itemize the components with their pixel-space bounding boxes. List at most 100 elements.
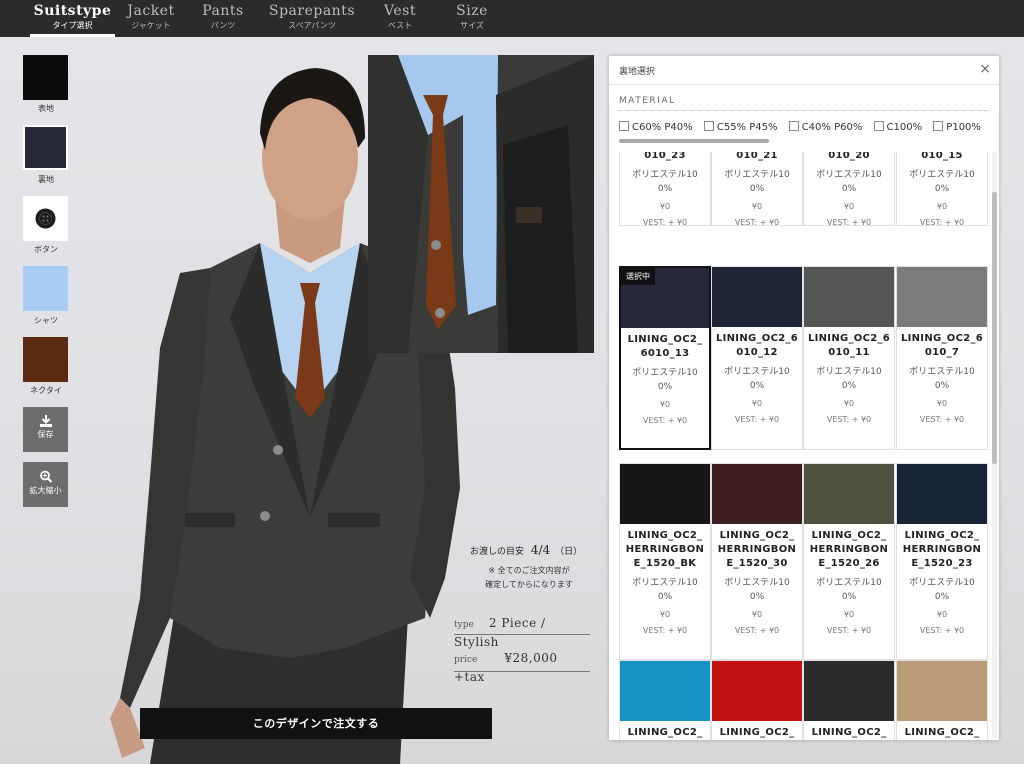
lining-color-swatch — [620, 464, 710, 524]
lining-price: ¥0 — [659, 202, 671, 211]
checkbox[interactable] — [788, 121, 799, 131]
tab-suitstype[interactable]: Suitstype タイプ選択 — [30, 0, 115, 37]
lining-name: LINING_OC2_ HERRINGBON E_1520_23 — [897, 529, 987, 571]
lining-tile[interactable]: LINING_OC2_HERRINGBON — [803, 660, 895, 740]
lining-color-swatch — [897, 267, 987, 327]
save-label: 保存 — [37, 430, 54, 439]
lining-material-line: 0% — [934, 381, 950, 391]
filter-p100[interactable]: P100% — [933, 121, 981, 133]
lining-material-line: 0% — [749, 381, 765, 391]
button-swatch[interactable] — [23, 196, 68, 241]
tab-pants[interactable]: Pants パンツ — [198, 0, 248, 37]
lining-tile[interactable]: LINING_OC2_ HERRINGBON E_1520_26 ポリエステル10 0%… — [803, 463, 895, 660]
necktie-swatch[interactable] — [23, 337, 68, 382]
lining-material-line: ポリエステル10 — [632, 170, 698, 180]
lining-name-line: E_1520_23 — [911, 558, 973, 569]
lining-name: LINING_OC2_HERRINGBON — [712, 726, 802, 740]
lining-material: ポリエステル10 0% — [897, 365, 987, 393]
lining-material-line: ポリエステル10 — [724, 367, 790, 377]
price-key: price — [454, 655, 478, 665]
filter-c55-p45[interactable]: C55% P45% — [703, 121, 778, 133]
lining-tile[interactable]: LINING_OC2_HERRINGBON — [896, 660, 988, 740]
lining-material: ポリエステル10 0% — [712, 168, 802, 196]
lining-name-line: LINING_OC2_ — [627, 530, 703, 541]
lining-name-line: LINING_OC2_6 — [715, 333, 799, 344]
lining-tile[interactable]: LINING_OC2_ HERRINGBON E_1520_BK ポリエステル10 0%… — [619, 463, 711, 660]
lining-tile[interactable]: LINING_OC2_ HERRINGBON E_1520_30 ポリエステル10 0%… — [711, 463, 803, 660]
lining-material: ポリエステル10 0% — [897, 576, 987, 604]
close-icon[interactable]: × — [979, 61, 991, 77]
lining-label: 裏地 — [38, 175, 54, 184]
lining-price: ¥0 — [751, 399, 763, 408]
lining-name: LINING_OC2_6010_21 — [712, 152, 802, 163]
lining-color-swatch — [804, 661, 894, 721]
horizontal-scrollbar[interactable] — [619, 139, 769, 143]
tab-vest[interactable]: Vest ベスト — [378, 0, 422, 37]
lining-name-line: 010_21 — [736, 152, 778, 161]
material-filters: C60% P40% C55% P45% C40% P60% C100% P100… — [619, 121, 999, 133]
zoom-button[interactable]: 拡大縮小 — [23, 462, 68, 507]
lining-price: ¥0 — [751, 202, 763, 211]
shirt-label: シャツ — [34, 316, 58, 325]
lining-tile[interactable]: LINING_OC2_HERRINGBON — [619, 660, 711, 740]
lining-tile[interactable]: LINING_OC2_ HERRINGBON E_1520_23 ポリエステル10 0%… — [896, 463, 988, 660]
lining-price: ¥0 — [659, 400, 671, 409]
delivery-label: お渡しの目安 — [470, 547, 525, 557]
filter-c100[interactable]: C100% — [873, 121, 922, 133]
lining-name: LINING_OC2_HERRINGBON — [897, 726, 987, 740]
button-label: ボタン — [34, 245, 58, 254]
shirt-swatch[interactable] — [23, 266, 68, 311]
lining-tile[interactable]: 選択中 LINING_OC2_ 6010_13 ポリエステル10 0% ¥0 VEST: +… — [619, 266, 711, 450]
checkbox[interactable] — [703, 121, 714, 131]
checkbox[interactable] — [619, 121, 629, 131]
lining-material-line: 0% — [841, 381, 857, 391]
tab-sublabel: タイプ選択 — [52, 21, 93, 30]
lining-material-line: 0% — [749, 592, 765, 602]
checkbox[interactable] — [933, 121, 944, 131]
lining-name-line: LINING_OC2_ — [719, 727, 795, 738]
lining-material: ポリエステル10 0% — [804, 168, 894, 196]
lining-tile[interactable]: LINING_OC2_6 010_11 ポリエステル10 0% ¥0 VEST: + ¥0 — [803, 266, 895, 450]
tab-jacket[interactable]: Jacket ジャケット — [125, 0, 177, 37]
selected-badge: 選択中 — [621, 268, 655, 285]
lining-tile[interactable]: LINING_OC2_6 010_12 ポリエステル10 0% ¥0 VEST: + ¥0 — [711, 266, 803, 450]
panel-title: 裏地選択 — [619, 67, 656, 77]
lining-vest-price: VEST: + ¥0 — [919, 415, 965, 424]
tab-sublabel: ベスト — [387, 21, 413, 30]
lining-tile[interactable]: LINING_OC2_6010_23 ポリエステル10 0% ¥0 VEST: + ¥0 — [619, 152, 711, 227]
lining-vest-price: VEST: + ¥0 — [642, 416, 688, 425]
filter-label: C55% P45% — [716, 122, 778, 133]
filter-label: C60% P40% — [632, 122, 693, 133]
lining-name: LINING_OC2_HERRINGBON — [804, 726, 894, 740]
lining-name-line: HERRINGBON — [625, 544, 705, 555]
lining-tile[interactable]: LINING_OC2_6 010_7 ポリエステル10 0% ¥0 VEST: + ¥0 — [896, 266, 988, 450]
lining-name-line: 6010_13 — [640, 348, 690, 359]
fabric-swatch[interactable] — [23, 55, 68, 100]
lining-vest-price: VEST: + ¥0 — [919, 626, 965, 635]
filter-c60-p40[interactable]: C60% P40% — [619, 121, 693, 133]
divider — [619, 110, 989, 111]
checkbox[interactable] — [873, 121, 884, 131]
suit-button-icon — [35, 208, 56, 229]
lining-tile[interactable]: LINING_OC2_6010_20 ポリエステル10 0% ¥0 VEST: + ¥0 — [803, 152, 895, 227]
necktie-label: ネクタイ — [30, 386, 62, 395]
lining-price: ¥0 — [751, 610, 763, 619]
tab-label: Pants — [202, 3, 244, 19]
tab-size[interactable]: Size サイズ — [451, 0, 493, 37]
lining-name: LINING_OC2_6 010_11 — [804, 332, 894, 360]
scrollbar-thumb[interactable] — [992, 192, 997, 464]
lining-tile[interactable]: LINING_OC2_6010_21 ポリエステル10 0% ¥0 VEST: + ¥0 — [711, 152, 803, 227]
save-button[interactable]: 保存 — [23, 407, 68, 452]
zoom-label: 拡大縮小 — [29, 486, 62, 495]
tab-sublabel: スペアパンツ — [288, 21, 336, 30]
lining-tile[interactable]: LINING_OC2_HERRINGBON — [711, 660, 803, 740]
lining-tile[interactable]: LINING_OC2_6010_15 ポリエステル10 0% ¥0 VEST: + ¥0 — [896, 152, 988, 227]
tab-sparepants[interactable]: Sparepants スペアパンツ — [268, 0, 356, 37]
lining-price: ¥0 — [843, 202, 855, 211]
order-button[interactable]: このデザインで注文する — [140, 708, 492, 739]
filter-c40-p60[interactable]: C40% P60% — [788, 121, 862, 133]
lining-swatch[interactable] — [23, 125, 68, 170]
lining-name: LINING_OC2_6010_23 — [620, 152, 710, 163]
lining-name-line: HERRINGBON — [902, 544, 982, 555]
lining-name-line: LINING_OC2_ — [719, 530, 795, 541]
